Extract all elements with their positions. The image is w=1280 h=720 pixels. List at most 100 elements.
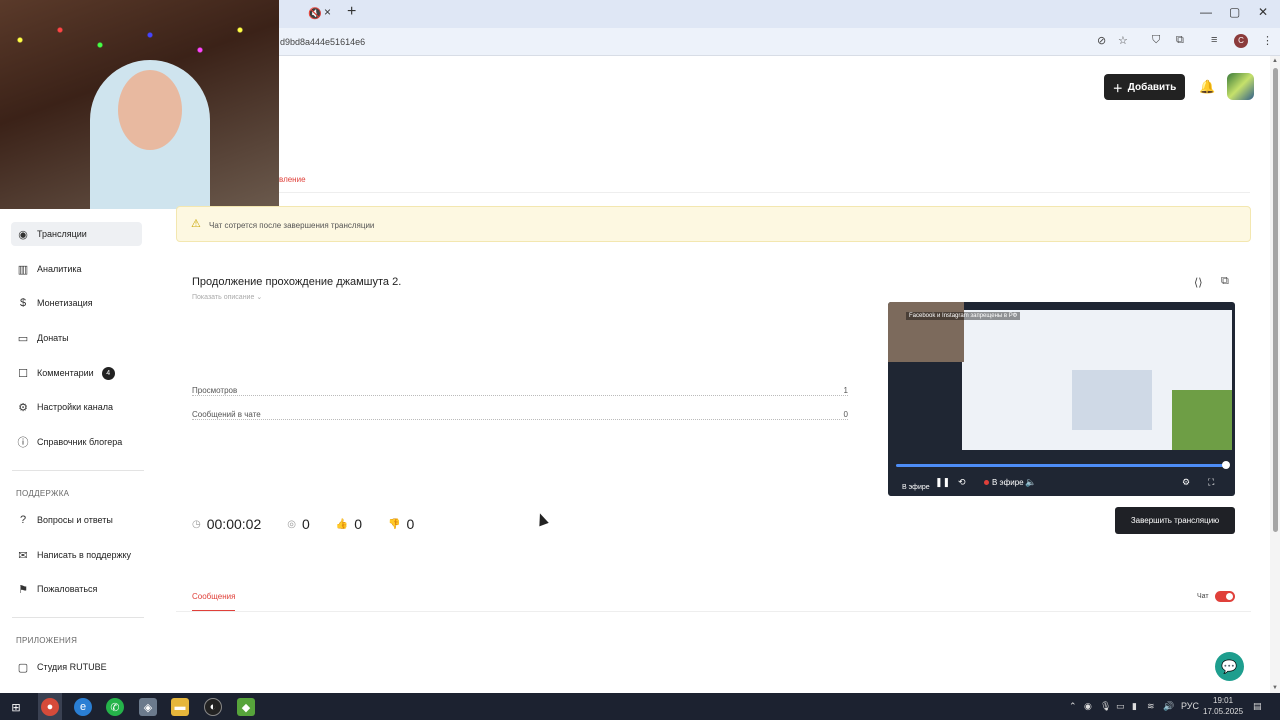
stat-value: 0 bbox=[839, 410, 848, 419]
sidebar-divider bbox=[12, 470, 144, 471]
scroll-up-icon[interactable]: ▲ bbox=[1272, 58, 1278, 64]
sidebar-item-analytics[interactable]: ▥ Аналитика bbox=[11, 257, 142, 281]
sidebar-item-label: Вопросы и ответы bbox=[37, 515, 113, 525]
maximize-button[interactable]: ▢ bbox=[1229, 5, 1240, 19]
apps-heading: ПРИЛОЖЕНИЯ bbox=[16, 636, 78, 645]
warning-text: Чат сотрется после завершения трансляции bbox=[209, 221, 375, 230]
help-chat-button[interactable]: 💬 bbox=[1215, 652, 1244, 681]
close-window-button[interactable]: ✕ bbox=[1258, 5, 1268, 19]
sidebar-item-broadcasts[interactable]: ◉ Трансляции bbox=[11, 222, 142, 246]
rewind-icon[interactable]: ⟲ bbox=[958, 477, 966, 488]
stream-card: Продолжение прохождение джамшута 2. Пока… bbox=[176, 262, 1251, 550]
file-explorer-icon[interactable]: ▬ bbox=[171, 698, 189, 716]
clock-date: 17.05.2025 bbox=[1203, 707, 1244, 716]
sidebar-item-label: Комментарии bbox=[37, 368, 94, 378]
sidebar-item-label: Монетизация bbox=[37, 298, 93, 308]
info-icon: ⓘ bbox=[17, 437, 29, 449]
stat-value: 1 bbox=[839, 386, 848, 395]
edge-icon[interactable]: e bbox=[74, 698, 92, 716]
live-label: В эфире bbox=[992, 478, 1024, 487]
url-text[interactable]: d9bd8a444e51614e6 bbox=[280, 37, 365, 47]
sidebar-item-write-support[interactable]: ✉ Написать в поддержку bbox=[11, 543, 142, 567]
mute-site-icon[interactable]: ⊘ bbox=[1097, 34, 1106, 47]
system-clock[interactable]: 19:01 17.05.2025 bbox=[1203, 695, 1243, 717]
user-avatar[interactable] bbox=[1227, 73, 1254, 100]
sidebar-item-faq[interactable]: ? Вопросы и ответы bbox=[11, 508, 142, 532]
tray-volume-icon[interactable]: 🔊 bbox=[1163, 701, 1174, 712]
whatsapp-icon[interactable]: ✆ bbox=[106, 698, 124, 716]
notifications-icon[interactable]: ▤ bbox=[1253, 701, 1262, 712]
tray-network-icon[interactable]: ≋ bbox=[1147, 701, 1155, 712]
duration-metric: ◷ 00:00:02 bbox=[192, 516, 261, 532]
thumbs-up-icon: 👍 bbox=[335, 518, 349, 530]
stream-preview-player[interactable]: Facebook и Instagram запрещены в РФ ❚❚ ⟲… bbox=[888, 302, 1235, 496]
browser-menu-icon[interactable]: ⋮ bbox=[1262, 34, 1273, 47]
language-indicator[interactable]: РУС bbox=[1181, 701, 1199, 711]
browser-profile-avatar[interactable]: C bbox=[1234, 34, 1248, 48]
new-tab-button[interactable]: + bbox=[347, 3, 356, 21]
minecraft-icon[interactable]: ◆ bbox=[237, 698, 255, 716]
fullscreen-icon[interactable]: ⛶ bbox=[1208, 477, 1214, 488]
windows-start-icon[interactable]: ⊞ bbox=[7, 698, 25, 716]
show-description-label: Показать описание bbox=[192, 294, 255, 301]
page-scrollbar[interactable]: ▲ ▼ bbox=[1270, 56, 1280, 693]
sidebar-item-comments[interactable]: ☐ Комментарии 4 bbox=[11, 361, 142, 385]
bookmark-star-icon[interactable]: ☆ bbox=[1118, 34, 1128, 47]
player-progress-bar[interactable] bbox=[896, 461, 1230, 469]
notifications-bell-icon[interactable]: 🔔 bbox=[1199, 79, 1215, 95]
shield-icon[interactable]: ⛉ bbox=[1152, 34, 1160, 47]
sidebar-item-report[interactable]: ⚑ Пожаловаться bbox=[11, 577, 142, 601]
studio-icon: ▢ bbox=[17, 661, 29, 674]
clock-icon: ◷ bbox=[192, 518, 201, 530]
tab-close-button[interactable]: × bbox=[324, 5, 331, 19]
likes-value: 0 bbox=[354, 516, 363, 532]
live-indicator: В эфире bbox=[984, 478, 1024, 487]
sidebar-item-donations[interactable]: ▭ Донаты bbox=[11, 326, 142, 350]
tab-messages[interactable]: Сообщения bbox=[192, 592, 236, 611]
sidebar-item-label: Студия RUTUBE bbox=[37, 662, 107, 672]
share-icon[interactable]: ⟨⟩ bbox=[1194, 276, 1203, 289]
comments-count-badge: 4 bbox=[101, 366, 115, 380]
extensions-icon[interactable]: ⧉ bbox=[1176, 34, 1184, 47]
tab-muted-icon[interactable]: 🔇 bbox=[308, 7, 322, 20]
sidebar-item-channel-settings[interactable]: ⚙ Настройки канала bbox=[11, 395, 142, 419]
tray-app-icon[interactable]: ◉ bbox=[1084, 701, 1092, 712]
likes-metric: 👍 0 bbox=[336, 516, 362, 532]
stat-row-chat-messages: Сообщений в чате 0 bbox=[192, 410, 848, 422]
end-stream-button[interactable]: Завершить трансляцию bbox=[1115, 507, 1235, 534]
scrollbar-thumb[interactable] bbox=[1273, 68, 1278, 532]
volume-icon[interactable]: 🔈 bbox=[1025, 477, 1036, 488]
chrome-icon[interactable]: ● bbox=[41, 698, 59, 716]
sidebar-item-monetization[interactable]: $ Монетизация bbox=[11, 291, 142, 315]
obs-icon[interactable]: ◐ bbox=[204, 698, 222, 716]
sidebar-item-studio[interactable]: ▢ Студия RUTUBE bbox=[11, 655, 142, 679]
app-icon[interactable]: ◈ bbox=[139, 698, 157, 716]
tray-expand-icon[interactable]: ⌃ bbox=[1069, 701, 1077, 712]
sidebar-item-label: Настройки канала bbox=[37, 402, 114, 412]
tray-screen-icon[interactable]: ▭ bbox=[1116, 701, 1125, 712]
player-caption: Facebook и Instagram запрещены в РФ bbox=[906, 312, 1021, 320]
question-icon: ? bbox=[19, 514, 27, 526]
media-controls-icon[interactable]: ≡ bbox=[1211, 34, 1217, 46]
tray-microphone-icon[interactable]: 🎙 bbox=[1100, 701, 1111, 712]
pause-icon[interactable]: ❚❚ bbox=[935, 477, 950, 488]
chevron-down-icon: ⌄ bbox=[256, 294, 263, 301]
sidebar-item-label: Пожаловаться bbox=[37, 584, 98, 594]
settings-icon[interactable]: ⚙ bbox=[1182, 477, 1190, 488]
donate-icon: ▭ bbox=[17, 332, 29, 345]
stat-row-views: Просмотров 1 bbox=[192, 386, 848, 398]
minimize-button[interactable]: — bbox=[1200, 5, 1212, 19]
sidebar-item-blogger-guide[interactable]: ⓘ Справочник блогера bbox=[11, 430, 142, 454]
tab-management[interactable]: вление bbox=[279, 175, 306, 184]
add-button[interactable]: ＋ Добавить bbox=[1104, 74, 1185, 100]
tray-battery-icon[interactable]: ▮ bbox=[1132, 701, 1137, 712]
progress-knob[interactable] bbox=[1222, 461, 1230, 469]
chat-toggle[interactable] bbox=[1215, 591, 1235, 602]
section-tabs: вление bbox=[279, 167, 1250, 193]
webcam-overlay bbox=[0, 0, 279, 209]
open-external-icon[interactable]: ⧉ bbox=[1221, 275, 1229, 288]
show-description-link[interactable]: Показать описание ⌄ bbox=[192, 293, 262, 301]
support-heading: ПОДДЕРЖКА bbox=[16, 489, 70, 498]
scroll-down-icon[interactable]: ▼ bbox=[1272, 685, 1278, 691]
sidebar-item-label: Трансляции bbox=[37, 229, 87, 239]
